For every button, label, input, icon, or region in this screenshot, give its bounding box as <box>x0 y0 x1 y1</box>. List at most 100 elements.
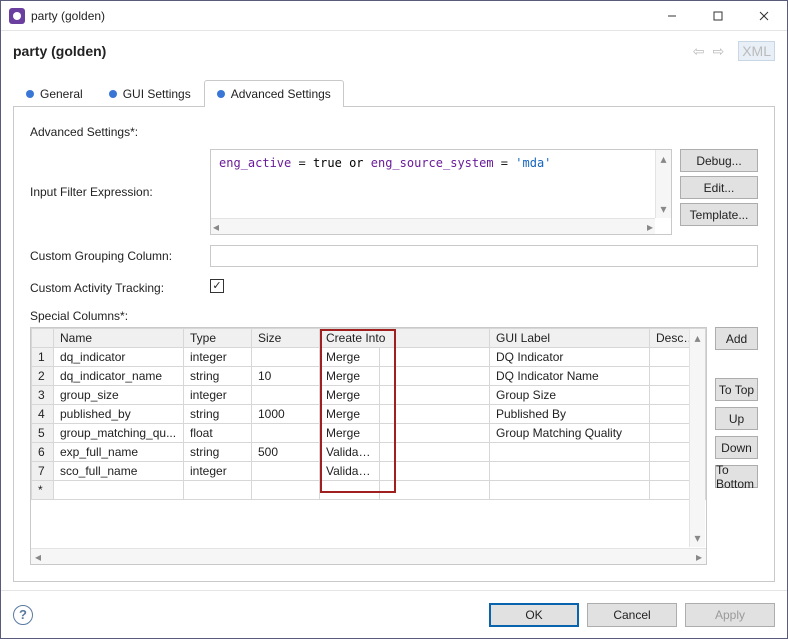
cell-size[interactable]: 500 <box>252 443 320 462</box>
cell-name[interactable]: published_by <box>54 405 184 424</box>
cell-gui-label[interactable]: DQ Indicator <box>490 348 650 367</box>
cell-create-into[interactable]: Merge <box>320 386 380 405</box>
cell-name[interactable]: group_matching_qu... <box>54 424 184 443</box>
custom-grouping-row: Custom Grouping Column: <box>30 245 758 267</box>
cell-size[interactable]: 1000 <box>252 405 320 424</box>
add-button[interactable]: Add <box>715 327 758 350</box>
subheader: party (golden) ⇦ ⇨ XML <box>1 31 787 71</box>
cell-size[interactable] <box>252 386 320 405</box>
table-row[interactable]: 3group_sizeinteger Merge Group Size <box>32 386 706 405</box>
table-row[interactable]: 4published_bystring1000MergePublished By <box>32 405 706 424</box>
debug-button[interactable]: Debug... <box>680 149 758 172</box>
cell-name[interactable]: group_size <box>54 386 184 405</box>
expression-side-buttons: Debug... Edit... Template... <box>680 149 758 235</box>
custom-grouping-input[interactable] <box>210 245 758 267</box>
help-icon[interactable]: ? <box>13 605 33 625</box>
col-header-size[interactable]: Size <box>252 329 320 348</box>
cell-gui-label[interactable] <box>490 443 650 462</box>
cell-create-into[interactable]: Merge <box>320 348 380 367</box>
tab-general[interactable]: General <box>13 80 96 107</box>
cell-create-into[interactable]: Merge <box>320 367 380 386</box>
input-filter-label: Input Filter Expression: <box>30 149 210 199</box>
table-scrollbar-horizontal[interactable]: ◂▸ <box>31 548 706 564</box>
cell-gui-label[interactable] <box>490 462 650 481</box>
cell-create-into[interactable]: Validation <box>320 443 380 462</box>
cell-create-into-extra[interactable] <box>380 462 490 481</box>
cell-name[interactable]: sco_full_name <box>54 462 184 481</box>
col-header-type[interactable]: Type <box>184 329 252 348</box>
row-number: 2 <box>32 367 54 386</box>
cell-gui-label[interactable]: Group Size <box>490 386 650 405</box>
cell-type[interactable]: string <box>184 405 252 424</box>
cell-type[interactable]: integer <box>184 462 252 481</box>
to-top-button[interactable]: To Top <box>715 378 758 401</box>
col-header-name[interactable]: Name <box>54 329 184 348</box>
cell-gui-label[interactable]: DQ Indicator Name <box>490 367 650 386</box>
page-title: party (golden) <box>13 43 693 59</box>
cell-type[interactable]: string <box>184 367 252 386</box>
maximize-button[interactable] <box>695 1 741 30</box>
panel-heading-row: Advanced Settings*: <box>30 121 758 139</box>
col-header-gui-label[interactable]: GUI Label <box>490 329 650 348</box>
special-columns-table[interactable]: Name Type Size Create Into GUI Label Des… <box>31 328 706 500</box>
custom-activity-checkbox[interactable] <box>210 279 224 293</box>
cell-gui-label[interactable]: Group Matching Quality <box>490 424 650 443</box>
table-row[interactable]: 6exp_full_namestring500Validation <box>32 443 706 462</box>
cell-create-into[interactable]: Merge <box>320 405 380 424</box>
edit-button[interactable]: Edit... <box>680 176 758 199</box>
cell-size[interactable] <box>252 462 320 481</box>
cell-type[interactable]: integer <box>184 348 252 367</box>
bullet-icon <box>109 90 117 98</box>
cell-create-into-extra[interactable] <box>380 443 490 462</box>
tab-label: General <box>40 87 83 101</box>
table-row[interactable]: 5group_matching_qu...floatMergeGroup Mat… <box>32 424 706 443</box>
cell-type[interactable]: integer <box>184 386 252 405</box>
ok-button[interactable]: OK <box>489 603 579 627</box>
cell-create-into-extra[interactable] <box>380 405 490 424</box>
special-columns-table-wrap: Name Type Size Create Into GUI Label Des… <box>30 327 707 565</box>
cell-name[interactable]: exp_full_name <box>54 443 184 462</box>
table-row-new[interactable]: * <box>32 481 706 500</box>
cell-create-into-extra[interactable] <box>380 348 490 367</box>
expression-text: eng_active = true or eng_source_system =… <box>211 150 671 218</box>
cell-create-into-extra[interactable] <box>380 424 490 443</box>
scrollbar-vertical[interactable]: ▴▾ <box>655 150 671 218</box>
cell-name[interactable]: dq_indicator <box>54 348 184 367</box>
table-row[interactable]: 1dq_indicatorinteger Merge DQ Indicator <box>32 348 706 367</box>
row-number: * <box>32 481 54 500</box>
back-arrow-icon[interactable]: ⇦ <box>693 43 705 60</box>
apply-button[interactable]: Apply <box>685 603 775 627</box>
xml-badge[interactable]: XML <box>738 41 775 61</box>
cell-create-into[interactable]: Merge <box>320 424 380 443</box>
down-button[interactable]: Down <box>715 436 758 459</box>
cancel-button[interactable]: Cancel <box>587 603 677 627</box>
row-number: 3 <box>32 386 54 405</box>
close-button[interactable] <box>741 1 787 30</box>
cell-create-into-extra[interactable] <box>380 367 490 386</box>
col-header-create-into[interactable]: Create Into <box>320 329 490 348</box>
row-number: 1 <box>32 348 54 367</box>
minimize-button[interactable] <box>649 1 695 30</box>
cell-size[interactable] <box>252 348 320 367</box>
tab-gui-settings[interactable]: GUI Settings <box>96 80 204 107</box>
cell-gui-label[interactable]: Published By <box>490 405 650 424</box>
table-row[interactable]: 7sco_full_nameintegerValidation <box>32 462 706 481</box>
cell-create-into-extra[interactable] <box>380 386 490 405</box>
cell-type[interactable]: float <box>184 424 252 443</box>
template-button[interactable]: Template... <box>680 203 758 226</box>
cell-create-into[interactable]: Validation <box>320 462 380 481</box>
scrollbar-horizontal[interactable]: ◂▸ <box>211 218 655 234</box>
tab-advanced-settings[interactable]: Advanced Settings <box>204 80 344 107</box>
cell-size[interactable] <box>252 424 320 443</box>
up-button[interactable]: Up <box>715 407 758 430</box>
table-scrollbar-vertical[interactable]: ▴▾ <box>689 329 705 547</box>
titlebar: party (golden) <box>1 1 787 31</box>
expression-editor[interactable]: eng_active = true or eng_source_system =… <box>210 149 672 235</box>
nav-arrows: ⇦ ⇨ XML <box>693 41 775 61</box>
to-bottom-button[interactable]: To Bottom <box>715 465 758 488</box>
cell-name[interactable]: dq_indicator_name <box>54 367 184 386</box>
table-row[interactable]: 2dq_indicator_namestring10Merge DQ Indica… <box>32 367 706 386</box>
cell-size[interactable]: 10 <box>252 367 320 386</box>
cell-type[interactable]: string <box>184 443 252 462</box>
forward-arrow-icon[interactable]: ⇨ <box>712 43 724 60</box>
